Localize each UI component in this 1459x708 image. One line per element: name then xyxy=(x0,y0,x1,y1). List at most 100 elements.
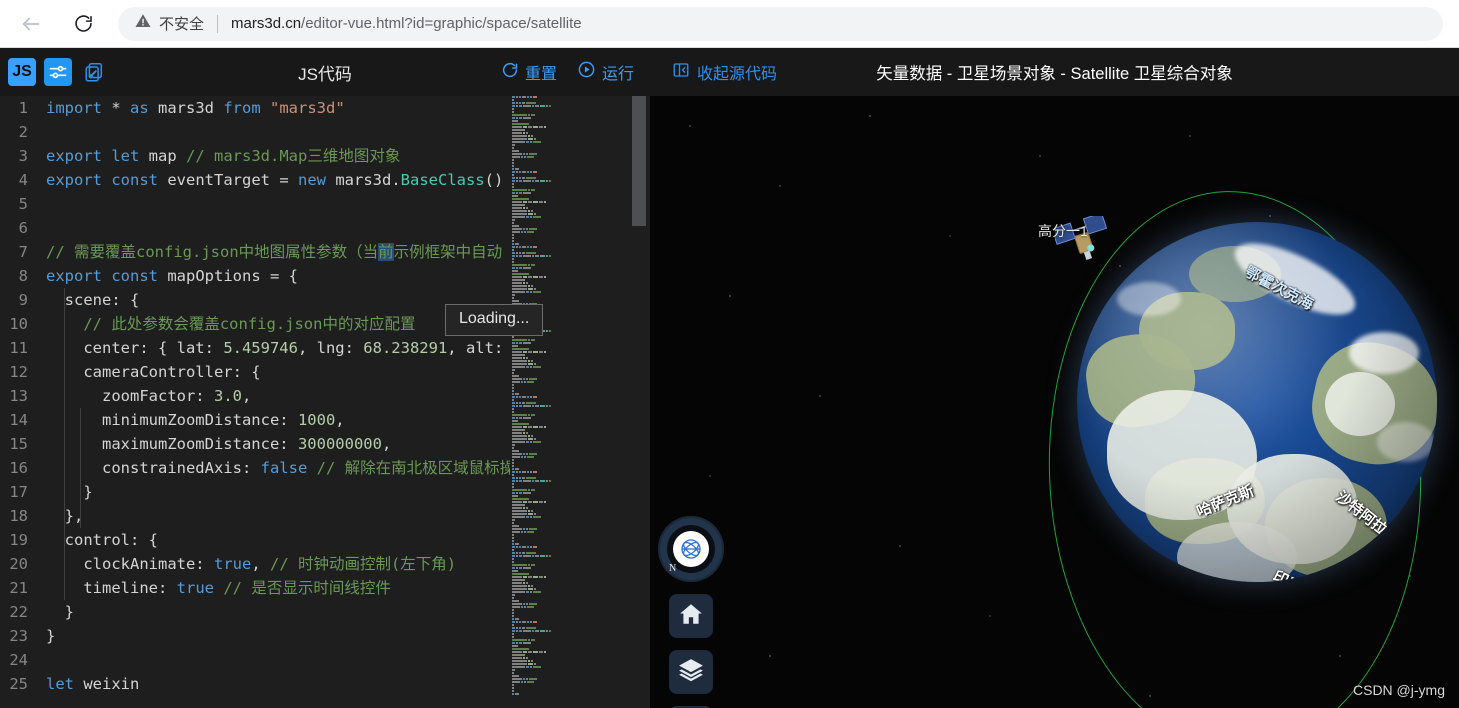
code-line[interactable]: 19 control: { xyxy=(0,528,578,552)
layers-icon xyxy=(678,657,704,688)
editor-vertical-scrollbar[interactable] xyxy=(632,96,646,708)
code-line-text: export const eventTarget = new mars3d.Ba… xyxy=(46,171,531,189)
minimap-row xyxy=(510,693,578,696)
line-number: 18 xyxy=(9,507,28,525)
reset-button[interactable]: 重置 xyxy=(501,60,557,84)
copy-link-icon[interactable] xyxy=(80,58,108,86)
line-number: 7 xyxy=(18,243,28,261)
js-logo-text: JS xyxy=(12,63,32,80)
line-number: 20 xyxy=(9,555,28,573)
code-line[interactable]: 12 cameraController: { xyxy=(0,360,578,384)
line-number: 11 xyxy=(9,339,28,357)
code-line-text: maximumZoomDistance: 300000000, xyxy=(46,435,392,453)
code-lines[interactable]: 1 import * as mars3d from "mars3d" 2 3 expor… xyxy=(0,96,578,708)
code-line[interactable]: 7 // 需要覆盖config.json中地图属性参数（当前示例框架中自动 xyxy=(0,240,578,264)
address-bar[interactable]: 不安全 mars3d.cn/editor-vue.html?id=graphic… xyxy=(118,6,1443,41)
code-line-text: export const mapOptions = { xyxy=(46,267,298,285)
code-line[interactable]: 1 import * as mars3d from "mars3d" xyxy=(0,96,578,120)
line-number: 9 xyxy=(18,291,28,309)
loading-tooltip: Loading... xyxy=(445,304,544,336)
code-line[interactable]: 15 maximumZoomDistance: 300000000, xyxy=(0,432,578,456)
line-number: 14 xyxy=(9,411,28,429)
map-canvas[interactable]: 鄂霍次克海哈萨克斯沙特阿拉印度洋 高分一1 xyxy=(650,96,1459,708)
code-area[interactable]: 1 import * as mars3d from "mars3d" 2 3 expor… xyxy=(0,96,650,708)
home-icon xyxy=(678,601,704,632)
app-root: JS JS代码 重置 运行 1 import * as mars3d from … xyxy=(0,48,1459,708)
code-line-text: export let map // mars3d.Map三维地图对象 xyxy=(46,147,401,165)
code-line[interactable]: 25 let weixin xyxy=(0,672,578,696)
code-line-text: timeline: true // 是否显示时间线控件 xyxy=(46,579,391,597)
map-pane: 收起源代码 矢量数据 - 卫星场景对象 - Satellite 卫星综合对象 鄂… xyxy=(650,48,1459,708)
line-number: 25 xyxy=(9,675,28,693)
code-minimap[interactable] xyxy=(510,96,578,708)
indent-guide xyxy=(80,408,81,528)
satellite-label: 高分一1 xyxy=(1038,223,1088,239)
security-chip[interactable]: 不安全 xyxy=(134,12,204,35)
code-line-text: import * as mars3d from "mars3d" xyxy=(46,99,345,117)
map-controls: N xyxy=(658,516,724,708)
code-line-text: constrainedAxis: false // 解除在南北极区域鼠标操 xyxy=(46,459,516,477)
collapse-source-button[interactable]: 收起源代码 xyxy=(672,60,777,84)
map-header: 收起源代码 矢量数据 - 卫星场景对象 - Satellite 卫星综合对象 xyxy=(650,48,1459,96)
layers-control[interactable] xyxy=(669,650,713,694)
line-number: 8 xyxy=(18,267,28,285)
indent-guide xyxy=(64,288,65,600)
line-number: 6 xyxy=(18,219,28,237)
reset-label: 重置 xyxy=(524,66,557,83)
code-line-text: zoomFactor: 3.0, xyxy=(46,387,252,405)
code-line[interactable]: 8 export const mapOptions = { xyxy=(0,264,578,288)
code-line[interactable]: 22 } xyxy=(0,600,578,624)
line-number: 17 xyxy=(9,483,28,501)
code-line-text: control: { xyxy=(46,531,158,549)
url-text[interactable]: mars3d.cn/editor-vue.html?id=graphic/spa… xyxy=(231,15,582,32)
play-circle-icon xyxy=(577,60,596,84)
code-line[interactable]: 23} xyxy=(0,624,578,648)
line-number: 13 xyxy=(9,387,28,405)
browser-toolbar: 不安全 mars3d.cn/editor-vue.html?id=graphic… xyxy=(0,0,1459,48)
code-line-text: cameraController: { xyxy=(46,363,261,381)
code-line[interactable]: 14 minimumZoomDistance: 1000, xyxy=(0,408,578,432)
compass-control[interactable]: N xyxy=(658,516,724,582)
code-line[interactable]: 21 timeline: true // 是否显示时间线控件 xyxy=(0,576,578,600)
code-line[interactable]: 2 xyxy=(0,120,578,144)
security-label: 不安全 xyxy=(159,16,205,33)
editor-actions: 重置 运行 xyxy=(501,60,634,84)
home-control[interactable] xyxy=(669,594,713,638)
line-number: 21 xyxy=(9,579,28,597)
code-line[interactable]: 5 xyxy=(0,192,578,216)
back-button[interactable] xyxy=(14,7,48,41)
sliders-icon[interactable] xyxy=(44,58,72,86)
code-line-text: }, xyxy=(64,507,84,525)
code-line[interactable]: 3 export let map // mars3d.Map三维地图对象 xyxy=(0,144,578,168)
line-number: 23 xyxy=(9,627,28,645)
js-logo-icon[interactable]: JS xyxy=(8,58,36,86)
compass-icon xyxy=(673,531,709,567)
line-number: 5 xyxy=(18,195,28,213)
compass-north-marker: N xyxy=(669,563,677,574)
code-line[interactable]: 13 zoomFactor: 3.0, xyxy=(0,384,578,408)
code-line-text: center: { lat: 5.459746, lng: 68.238291,… xyxy=(46,339,531,357)
code-line[interactable]: 17 } xyxy=(0,480,578,504)
run-button[interactable]: 运行 xyxy=(577,60,634,84)
code-line[interactable]: 4 export const eventTarget = new mars3d.B… xyxy=(0,168,578,192)
earth-globe[interactable]: 鄂霍次克海哈萨克斯沙特阿拉印度洋 xyxy=(1077,222,1437,582)
code-line[interactable]: 24 xyxy=(0,648,578,672)
refresh-icon xyxy=(501,61,519,84)
code-line[interactable]: 20 clockAnimate: true, // 时钟动画控制(左下角) xyxy=(0,552,578,576)
line-number: 2 xyxy=(18,123,28,141)
code-line[interactable]: 18 }, xyxy=(0,504,578,528)
reload-button[interactable] xyxy=(66,7,100,41)
reload-icon xyxy=(73,13,94,34)
code-line[interactable]: 16 constrainedAxis: false // 解除在南北极区域鼠标操 xyxy=(0,456,578,480)
line-number: 16 xyxy=(9,459,28,477)
code-line-text: } xyxy=(46,603,74,621)
line-number: 12 xyxy=(9,363,28,381)
code-line[interactable]: 11 center: { lat: 5.459746, lng: 68.2382… xyxy=(0,336,578,360)
code-line-text: // 需要覆盖config.json中地图属性参数（当前示例框架中自动 xyxy=(46,243,503,261)
run-label: 运行 xyxy=(601,66,634,83)
scrollbar-thumb[interactable] xyxy=(632,96,646,226)
code-line[interactable]: 6 xyxy=(0,216,578,240)
